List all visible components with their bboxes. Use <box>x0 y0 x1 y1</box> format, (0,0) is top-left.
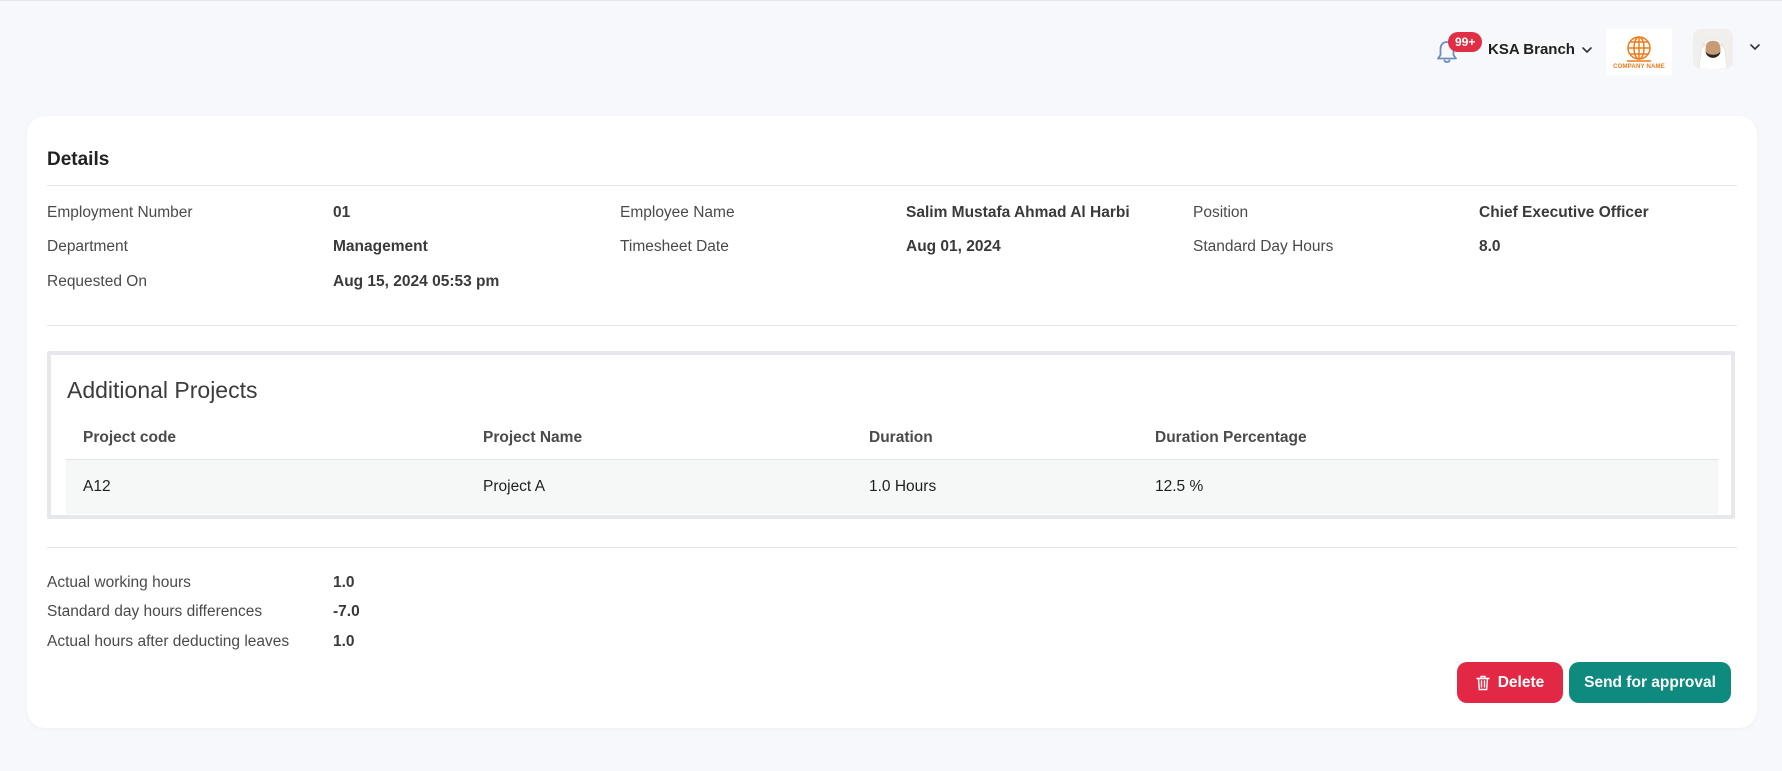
department-value: Management <box>333 238 428 255</box>
send-for-approval-label: Send for approval <box>1584 673 1716 691</box>
department-label: Department <box>47 238 128 255</box>
trash-icon <box>1476 675 1490 690</box>
divider <box>47 185 1737 186</box>
employment-number-value: 01 <box>333 204 351 221</box>
additional-projects-title: Additional Projects <box>67 377 258 403</box>
duration-percentage-cell: 12.5 % <box>1155 478 1204 495</box>
send-for-approval-button[interactable]: Send for approval <box>1569 662 1731 703</box>
column-header-duration: Duration <box>869 429 933 446</box>
company-logo: COMPANY NAME <box>1606 29 1672 75</box>
additional-projects-section: Additional Projects Project code Project… <box>47 351 1735 519</box>
details-title: Details <box>47 149 110 170</box>
company-logo-text: COMPANY NAME <box>1613 63 1665 70</box>
chevron-down-icon[interactable] <box>1749 43 1761 51</box>
column-header-project-name: Project Name <box>483 429 583 446</box>
requested-on-value: Aug 15, 2024 05:53 pm <box>333 273 500 290</box>
notification-badge[interactable]: 99+ <box>1448 32 1483 52</box>
standard-day-hours-difference-value: -7.0 <box>333 603 360 620</box>
project-code-cell: A12 <box>83 478 111 495</box>
delete-button[interactable]: Delete <box>1457 662 1563 703</box>
top-bar: 99+ KSA Branch COMPANY NAME <box>0 1 1782 101</box>
actual-hours-after-leaves-value: 1.0 <box>333 633 355 650</box>
timesheet-date-value: Aug 01, 2024 <box>906 238 1001 255</box>
chevron-down-icon <box>1582 46 1592 53</box>
duration-cell: 1.0 Hours <box>869 478 937 495</box>
delete-button-label: Delete <box>1497 673 1545 691</box>
column-header-duration-percentage: Duration Percentage <box>1155 429 1307 446</box>
divider <box>47 547 1737 548</box>
avatar[interactable] <box>1693 29 1733 69</box>
table-row: A12 Project A 1.0 Hours 12.5 % <box>66 459 1718 514</box>
employee-name-value: Salim Mustafa Ahmad Al Harbi <box>906 204 1130 221</box>
requested-on-label: Requested On <box>47 273 147 290</box>
employee-name-label: Employee Name <box>620 204 735 221</box>
divider <box>47 325 1737 326</box>
employment-number-label: Employment Number <box>47 204 193 221</box>
standard-day-hours-label: Standard Day Hours <box>1193 238 1334 255</box>
standard-day-hours-value: 8.0 <box>1479 238 1501 255</box>
timesheet-date-label: Timesheet Date <box>620 238 729 255</box>
position-label: Position <box>1193 204 1249 221</box>
column-header-project-code: Project code <box>83 429 177 446</box>
actual-working-hours-label: Actual working hours <box>47 574 191 591</box>
standard-day-hours-difference-label: Standard day hours differences <box>47 603 263 620</box>
project-name-cell: Project A <box>483 478 546 495</box>
actual-hours-after-leaves-label: Actual hours after deducting leaves <box>47 633 290 650</box>
globe-logo-icon <box>1627 35 1651 62</box>
position-value: Chief Executive Officer <box>1479 204 1649 221</box>
branch-selector[interactable]: KSA Branch <box>1488 41 1593 58</box>
branch-label: KSA Branch <box>1488 41 1575 58</box>
actual-working-hours-value: 1.0 <box>333 574 355 591</box>
timesheet-details-card: Details Employment Number 01 Employee Na… <box>27 116 1757 728</box>
